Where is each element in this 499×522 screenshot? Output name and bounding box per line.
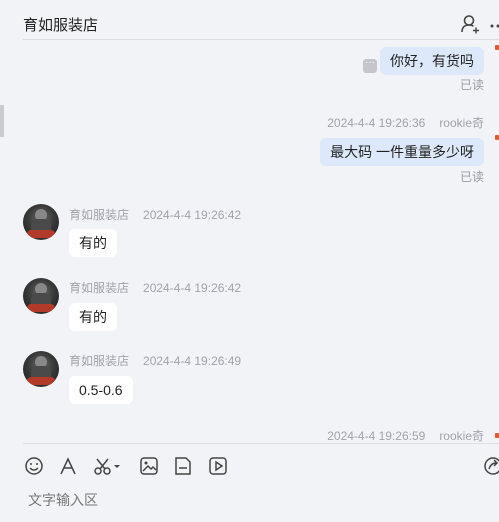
message-bubble[interactable]: 有的	[69, 229, 117, 257]
message-meta: 育如服装店 2024-4-4 19:26:49	[69, 352, 241, 369]
message-sender: 育如服装店	[69, 281, 130, 295]
message-time: 2024-4-4 19:26:42	[143, 208, 242, 222]
font-icon[interactable]	[58, 456, 78, 476]
file-icon[interactable]	[173, 456, 193, 476]
share-icon[interactable]	[483, 456, 499, 476]
page-title: 育如服装店	[23, 17, 99, 34]
emoji-icon[interactable]	[24, 456, 44, 476]
message-bubble[interactable]: 0.5-0.6	[69, 376, 133, 404]
message-meta: 2024-4-4 19:26:36 rookie奇	[327, 114, 484, 131]
avatar[interactable]	[23, 351, 59, 387]
message-list[interactable]: ··· 你好，有货吗 已读 2024-4-4 19:26:36 rookie奇 最…	[0, 40, 499, 442]
user-icon[interactable]	[460, 14, 480, 34]
chat-header: 育如服装店	[0, 0, 499, 40]
image-icon[interactable]	[139, 456, 159, 476]
message-time: 2024-4-4 19:26:36	[327, 116, 426, 130]
avatar[interactable]	[23, 204, 59, 240]
avatar[interactable]	[23, 278, 59, 314]
scissors-icon[interactable]	[93, 456, 121, 476]
message-time: 2024-4-4 19:26:59	[327, 429, 426, 442]
message-sender: 育如服装店	[69, 354, 130, 368]
message-more-icon[interactable]: ···	[363, 58, 377, 73]
more-icon[interactable]	[489, 18, 499, 28]
read-status: 已读	[459, 78, 484, 92]
status-dot	[495, 135, 499, 140]
message-time: 2024-4-4 19:26:49	[143, 354, 242, 368]
video-icon[interactable]	[208, 456, 228, 476]
message-sender: 育如服装店	[69, 208, 130, 222]
message-bubble[interactable]: 最大码 一件重量多少呀	[320, 138, 484, 166]
message-bubble[interactable]: 有的	[69, 303, 117, 331]
message-time: 2024-4-4 19:26:42	[143, 281, 242, 295]
input-toolbar	[0, 444, 499, 488]
read-status: 已读	[459, 170, 484, 184]
message-meta: 2024-4-4 19:26:59 rookie奇	[327, 427, 484, 442]
message-sender: rookie奇	[439, 429, 484, 442]
message-input[interactable]: 文字输入区	[28, 490, 98, 510]
status-dot	[495, 45, 499, 50]
message-meta: 育如服装店 2024-4-4 19:26:42	[69, 279, 241, 296]
status-dot	[495, 433, 499, 438]
message-sender: rookie奇	[439, 116, 484, 130]
message-meta: 育如服装店 2024-4-4 19:26:42	[69, 206, 241, 223]
message-bubble[interactable]: 你好，有货吗	[380, 47, 484, 75]
